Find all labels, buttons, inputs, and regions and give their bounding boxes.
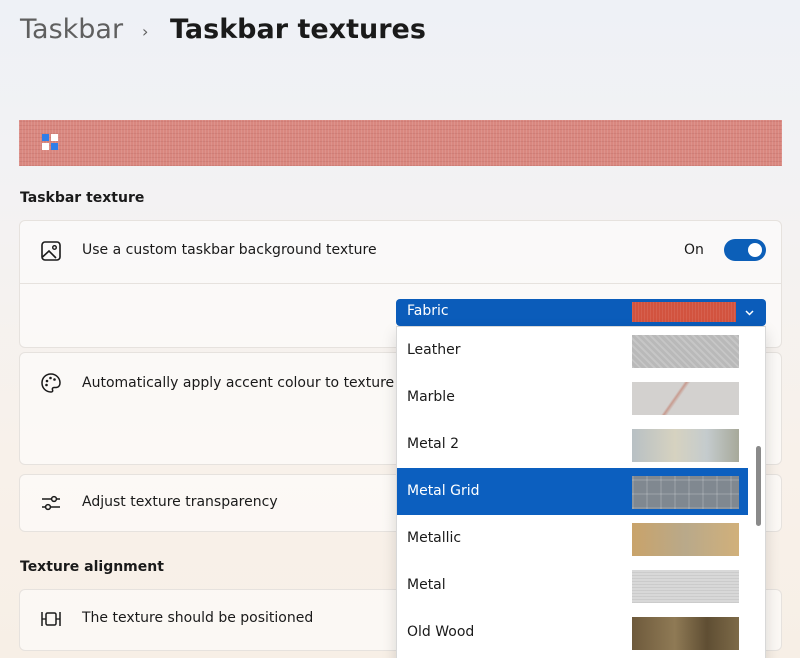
sliders-icon bbox=[42, 495, 60, 511]
breadcrumb-parent-taskbar[interactable]: Taskbar bbox=[20, 14, 123, 45]
texture-select-value: Fabric bbox=[407, 303, 449, 319]
custom-texture-toggle[interactable] bbox=[724, 239, 766, 261]
start-menu-icon bbox=[42, 134, 58, 150]
option-label: Marble bbox=[407, 389, 455, 405]
card-divider bbox=[19, 283, 782, 284]
page-title: Taskbar textures bbox=[170, 14, 426, 45]
chevron-down-icon bbox=[745, 310, 754, 316]
accent-label: Automatically apply accent colour to tex… bbox=[82, 375, 395, 391]
option-metallic[interactable]: Metallic bbox=[397, 515, 748, 562]
option-old-wood[interactable]: Old Wood bbox=[397, 609, 748, 656]
metal-grid-swatch bbox=[632, 476, 739, 509]
toggle-state-label: On bbox=[684, 242, 704, 258]
metal-swatch bbox=[632, 570, 739, 603]
palette-icon bbox=[41, 373, 61, 393]
custom-texture-label: Use a custom taskbar background texture bbox=[82, 242, 377, 258]
taskbar-preview bbox=[19, 120, 782, 166]
metal-2-swatch bbox=[632, 429, 739, 462]
position-label: The texture should be positioned bbox=[82, 610, 314, 626]
marble-swatch bbox=[632, 382, 739, 415]
section-title-alignment: Texture alignment bbox=[20, 559, 164, 575]
option-label: Leather bbox=[407, 342, 461, 358]
option-metal[interactable]: Metal bbox=[397, 562, 748, 609]
option-label: Metal 2 bbox=[407, 436, 460, 452]
texture-select[interactable]: Fabric bbox=[396, 299, 766, 326]
metallic-swatch bbox=[632, 523, 739, 556]
breadcrumb-separator: › bbox=[142, 22, 149, 41]
option-label: Metal Grid bbox=[407, 483, 480, 499]
image-icon bbox=[41, 241, 61, 261]
option-label: Metallic bbox=[407, 530, 462, 546]
option-metal-2[interactable]: Metal 2 bbox=[397, 421, 748, 468]
toggle-knob bbox=[748, 243, 762, 257]
transparency-label: Adjust texture transparency bbox=[82, 494, 278, 510]
option-label: Metal bbox=[407, 577, 446, 593]
option-marble[interactable]: Marble bbox=[397, 374, 748, 421]
fabric-swatch bbox=[632, 302, 736, 322]
old-wood-swatch bbox=[632, 617, 739, 650]
section-title-texture: Taskbar texture bbox=[20, 190, 145, 206]
texture-dropdown-list: Leather Marble Metal 2 Metal Grid Metall… bbox=[396, 326, 766, 658]
option-leather[interactable]: Leather bbox=[397, 327, 748, 374]
option-label: Old Wood bbox=[407, 624, 475, 640]
option-metal-grid[interactable]: Metal Grid bbox=[397, 468, 748, 515]
leather-swatch bbox=[632, 335, 739, 368]
dropdown-scrollbar[interactable] bbox=[756, 446, 761, 526]
align-center-icon bbox=[41, 612, 61, 626]
